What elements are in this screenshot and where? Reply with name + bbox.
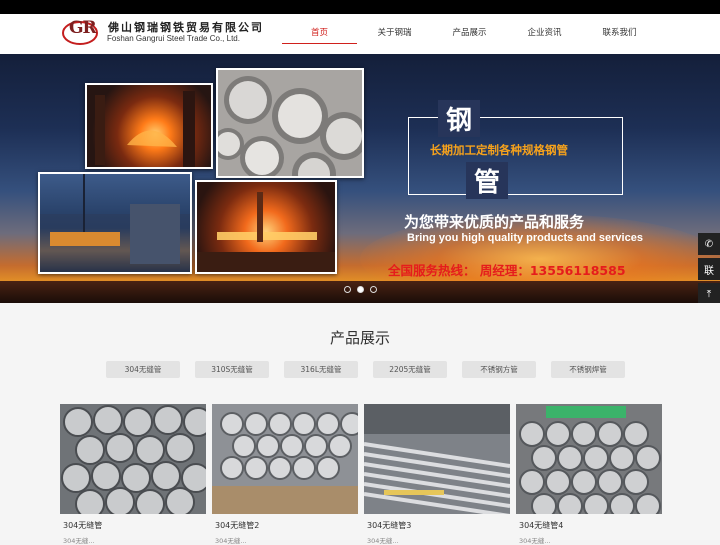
- tab-welded-tube[interactable]: 不锈钢焊管: [551, 361, 625, 378]
- banner-slogan-en: Bring you high quality products and serv…: [407, 232, 643, 244]
- section-title: 产品展示: [329, 329, 390, 347]
- banner-photo-pipes: [216, 68, 364, 178]
- nav-item-products[interactable]: 产品展示: [432, 14, 507, 54]
- logo-mark-text: GR: [69, 18, 97, 38]
- hero-banner[interactable]: 钢 管 长期加工定制各种规格钢管 为您带来优质的产品和服务 Bring you …: [0, 54, 720, 303]
- nav-item-contact[interactable]: 联系我们: [582, 14, 657, 54]
- product-name: 304无缝管2: [215, 521, 260, 530]
- product-subtitle: 304无缝...: [215, 537, 247, 545]
- nav-item-home[interactable]: 首页: [282, 14, 357, 54]
- contact-icon[interactable]: 联: [698, 258, 720, 280]
- nav-item-news[interactable]: 企业资讯: [507, 14, 582, 54]
- tab-2205-seamless[interactable]: 2205无缝管: [373, 361, 447, 378]
- product-subtitle: 304无缝...: [63, 537, 95, 545]
- product-grid: 304无缝管 304无缝... 304无缝管2 304无缝... 304无缝管3…: [60, 404, 662, 545]
- product-subtitle: 304无缝...: [519, 537, 551, 545]
- product-image: [364, 404, 510, 514]
- product-category-tabs: 304无缝管 310S无缝管 316L无缝管 2205无缝管 不锈钢方管 不锈钢…: [106, 361, 625, 378]
- nav-item-about[interactable]: 关于钢瑞: [357, 14, 432, 54]
- banner-photo-rolling-mill: [195, 180, 337, 274]
- products-section: 产品展示 304无缝管 310S无缝管 316L无缝管 2205无缝管 不锈钢方…: [0, 303, 720, 545]
- carousel-dot-3[interactable]: [370, 286, 377, 293]
- top-black-bar: [0, 0, 720, 14]
- banner-photo-furnace: [85, 83, 213, 169]
- product-name: 304无缝管3: [367, 521, 412, 530]
- carousel-dot-1[interactable]: [344, 286, 351, 293]
- product-card[interactable]: 304无缝管2 304无缝...: [212, 404, 358, 545]
- product-name: 304无缝管: [63, 521, 103, 530]
- product-card[interactable]: 304无缝管3 304无缝...: [364, 404, 510, 545]
- tab-310s-seamless[interactable]: 310S无缝管: [195, 361, 269, 378]
- tab-304-seamless[interactable]: 304无缝管: [106, 361, 180, 378]
- banner-char-pipe: 管: [466, 162, 509, 199]
- product-card[interactable]: 304无缝管4 304无缝...: [516, 404, 662, 545]
- product-card[interactable]: 304无缝管 304无缝...: [60, 404, 206, 545]
- banner-char-steel: 钢: [438, 100, 481, 137]
- main-nav: 首页 关于钢瑞 产品展示 企业资讯 联系我们: [282, 14, 657, 54]
- banner-hotline: 全国服务热线： 周经理：13556118585: [388, 263, 626, 278]
- product-image: [60, 404, 206, 514]
- carousel-dot-2[interactable]: [357, 286, 364, 293]
- logo-company-name-en: Foshan Gangrui Steel Trade Co., Ltd.: [107, 34, 240, 43]
- product-image: [212, 404, 358, 514]
- carousel-dots: [344, 286, 377, 293]
- back-to-top-icon[interactable]: ⤒: [698, 283, 720, 305]
- tab-316l-seamless[interactable]: 316L无缝管: [284, 361, 358, 378]
- logo-company-name-cn: 佛山钢瑞钢铁贸易有限公司: [108, 21, 264, 34]
- floating-side-tools: ✆ 联 ⤒: [698, 233, 720, 308]
- tab-square-tube[interactable]: 不锈钢方管: [462, 361, 536, 378]
- product-image: [516, 404, 662, 514]
- banner-photo-steel-plant: [38, 172, 192, 274]
- phone-icon[interactable]: ✆: [698, 233, 720, 255]
- banner-slogan-cn: 为您带来优质的产品和服务: [404, 213, 585, 231]
- product-subtitle: 304无缝...: [367, 537, 399, 545]
- banner-tagline: 长期加工定制各种规格钢管: [430, 143, 568, 157]
- product-name: 304无缝管4: [519, 521, 564, 530]
- company-logo[interactable]: GR 佛山钢瑞钢铁贸易有限公司 Foshan Gangrui Steel Tra…: [62, 17, 262, 49]
- site-header: GR 佛山钢瑞钢铁贸易有限公司 Foshan Gangrui Steel Tra…: [0, 14, 720, 54]
